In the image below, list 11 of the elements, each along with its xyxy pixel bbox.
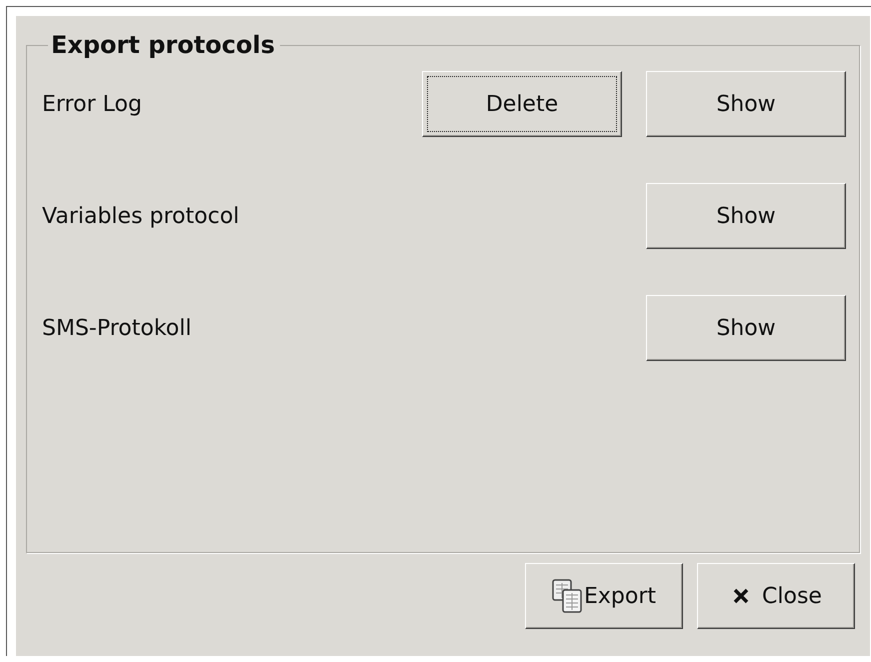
action-button[interactable]: Show [646,183,846,249]
close-button[interactable]: Close [697,563,855,629]
tables-icon [552,579,582,613]
action-button[interactable]: Show [646,295,846,361]
action-button[interactable]: Show [646,71,846,137]
action-button[interactable]: Delete [422,71,622,137]
row-label: Error Log [42,92,143,116]
group-title: Export protocols [50,31,276,59]
export-button[interactable]: Export [525,563,683,629]
row-label: Variables protocol [42,204,240,228]
row-label: SMS-Protokoll [42,316,192,340]
